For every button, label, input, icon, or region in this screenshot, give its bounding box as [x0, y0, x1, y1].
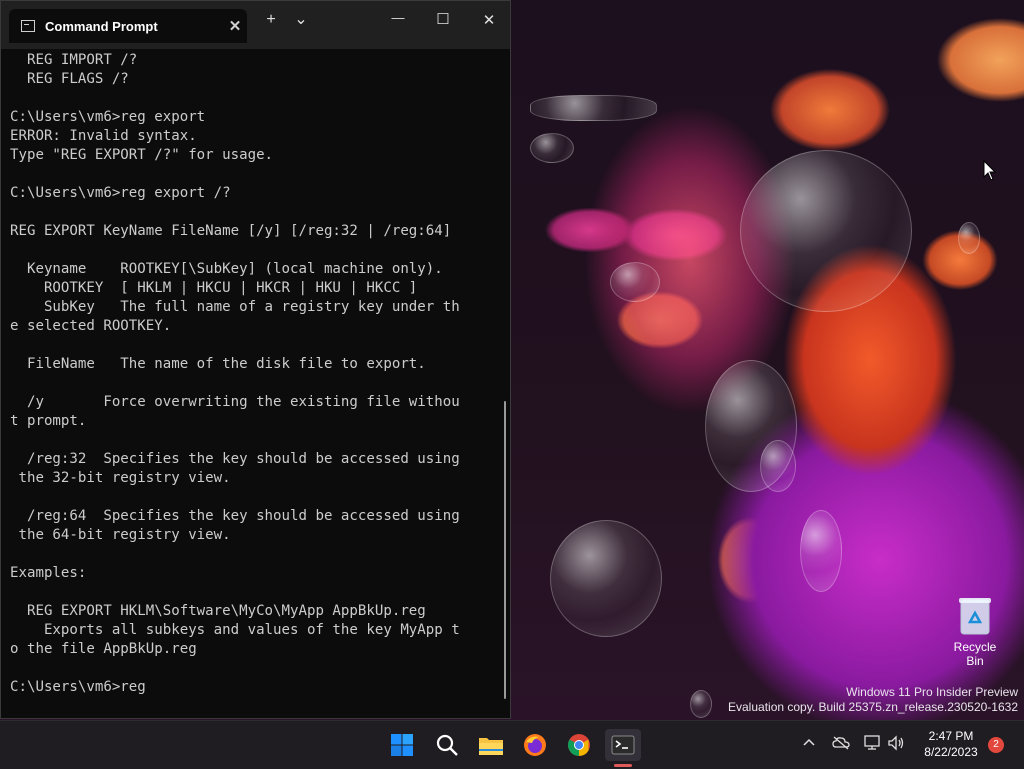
- title-bar[interactable]: Command Prompt ✕ + ⌄ — ☐ ✕: [1, 1, 510, 49]
- watermark-build: Evaluation copy. Build 25375.zn_release.…: [728, 700, 1018, 714]
- tab-command-prompt[interactable]: Command Prompt ✕: [9, 9, 247, 43]
- volume-icon[interactable]: [887, 735, 905, 754]
- windows-watermark: Windows 11 Pro Insider Preview Evaluatio…: [728, 685, 1018, 715]
- system-clock[interactable]: 2:47 PM 8/22/2023: [915, 728, 987, 760]
- wallpaper-bubble: [530, 95, 657, 121]
- terminal-window[interactable]: Command Prompt ✕ + ⌄ — ☐ ✕ REG IMPORT /?…: [0, 0, 511, 719]
- wallpaper-bubble: [550, 520, 662, 637]
- maximize-button[interactable]: ☐: [432, 10, 454, 28]
- active-app-indicator: [614, 764, 632, 767]
- recycle-bin[interactable]: Recycle Bin: [944, 596, 1006, 668]
- clock-date: 8/22/2023: [924, 745, 978, 759]
- recycle-bin-icon: [958, 596, 992, 636]
- wallpaper-bubble: [740, 150, 912, 312]
- wallpaper-bubble: [958, 222, 980, 254]
- show-hidden-icons-chevron-icon[interactable]: [802, 735, 816, 751]
- tab-title: Command Prompt: [45, 18, 158, 34]
- wallpaper-bubble: [530, 133, 574, 163]
- console-output[interactable]: REG IMPORT /? REG FLAGS /? C:\Users\vm6>…: [10, 51, 490, 697]
- start-icon[interactable]: [386, 729, 418, 761]
- recycle-bin-label: Recycle Bin: [953, 640, 997, 668]
- onedrive-offline-icon[interactable]: [832, 736, 850, 753]
- wallpaper-bubble: [800, 510, 842, 592]
- search-icon[interactable]: [431, 729, 463, 761]
- new-tab-button[interactable]: +: [260, 11, 282, 29]
- mouse-cursor-icon: [983, 160, 997, 181]
- close-button[interactable]: ✕: [478, 11, 500, 29]
- notification-badge[interactable]: 2: [988, 737, 1004, 753]
- firefox-icon[interactable]: [519, 729, 551, 761]
- clock-time: 2:47 PM: [928, 729, 974, 743]
- network-icon[interactable]: [864, 735, 882, 754]
- wallpaper-bubble: [760, 440, 796, 492]
- tab-close-icon[interactable]: ✕: [223, 17, 247, 35]
- file-explorer-icon[interactable]: [475, 729, 507, 761]
- taskbar: 2:47 PM 8/22/2023 2: [0, 720, 1024, 769]
- wallpaper-bubble: [690, 690, 712, 718]
- command-prompt-icon: [21, 20, 35, 32]
- vertical-scrollbar[interactable]: [504, 401, 506, 699]
- wallpaper-bubble: [610, 262, 660, 302]
- watermark-edition: Windows 11 Pro Insider Preview: [846, 685, 1018, 699]
- tab-dropdown-button[interactable]: ⌄: [290, 9, 312, 29]
- terminal-icon[interactable]: [605, 729, 641, 761]
- chrome-icon[interactable]: [563, 729, 595, 761]
- minimize-button[interactable]: —: [387, 10, 409, 25]
